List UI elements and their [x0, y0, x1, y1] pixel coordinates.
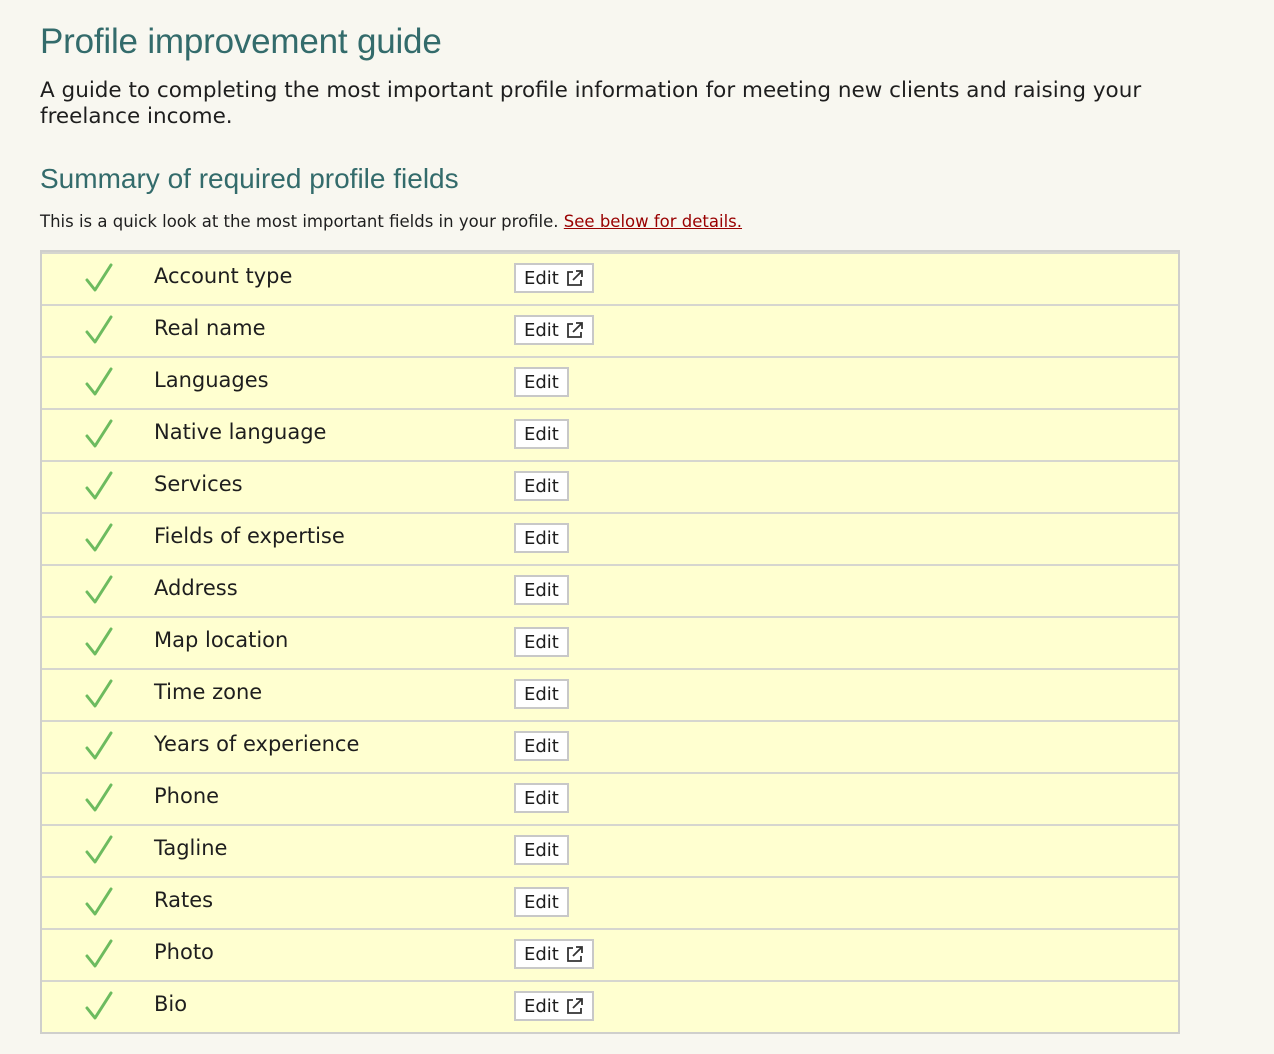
- intro-text: A guide to completing the most important…: [40, 78, 1142, 129]
- field-row-photo: Photo Edit: [42, 928, 1178, 980]
- field-row-bio: Bio Edit: [42, 980, 1178, 1032]
- field-label: Bio: [154, 992, 188, 1016]
- field-row-time-zone: Time zone Edit: [42, 668, 1178, 720]
- edit-button-label: Edit: [524, 995, 559, 1017]
- field-label: Real name: [154, 316, 266, 340]
- check-icon: [85, 991, 113, 1020]
- field-label: Map location: [154, 628, 289, 652]
- field-label: Photo: [154, 940, 214, 964]
- edit-button-label: Edit: [524, 631, 559, 653]
- check-icon: [85, 523, 113, 552]
- required-fields-table: Account type Edit Real name Edit Languag…: [40, 250, 1180, 1034]
- edit-button-label: Edit: [524, 423, 559, 445]
- field-label: Time zone: [154, 680, 263, 704]
- check-icon: [85, 887, 113, 916]
- field-label: Services: [154, 472, 243, 496]
- edit-button[interactable]: Edit: [514, 471, 569, 501]
- external-link-icon: [566, 997, 583, 1014]
- field-row-map-location: Map location Edit: [42, 616, 1178, 668]
- edit-button[interactable]: Edit: [514, 627, 569, 657]
- edit-button-label: Edit: [524, 267, 559, 289]
- check-icon: [85, 471, 113, 500]
- summary-note-text: This is a quick look at the most importa…: [40, 212, 559, 231]
- check-icon: [85, 939, 113, 968]
- check-icon: [85, 835, 113, 864]
- page-title: Profile improvement guide: [40, 22, 442, 61]
- edit-button-label: Edit: [524, 735, 559, 757]
- check-icon: [85, 731, 113, 760]
- edit-button[interactable]: Edit: [514, 991, 594, 1021]
- edit-button-label: Edit: [524, 839, 559, 861]
- field-row-languages: Languages Edit: [42, 356, 1178, 408]
- field-label: Phone: [154, 784, 220, 808]
- section-title: Summary of required profile fields: [40, 163, 459, 194]
- field-row-address: Address Edit: [42, 564, 1178, 616]
- field-row-fields-of-expertise: Fields of expertise Edit: [42, 512, 1178, 564]
- edit-button[interactable]: Edit: [514, 939, 594, 969]
- check-icon: [85, 367, 113, 396]
- field-row-phone: Phone Edit: [42, 772, 1178, 824]
- check-icon: [85, 263, 113, 292]
- edit-button[interactable]: Edit: [514, 783, 569, 813]
- check-icon: [85, 783, 113, 812]
- check-icon: [85, 315, 113, 344]
- edit-button[interactable]: Edit: [514, 263, 594, 293]
- field-label: Fields of expertise: [154, 524, 345, 548]
- check-icon: [85, 627, 113, 656]
- edit-button[interactable]: Edit: [514, 315, 594, 345]
- edit-button[interactable]: Edit: [514, 575, 569, 605]
- edit-button-label: Edit: [524, 891, 559, 913]
- field-row-rates: Rates Edit: [42, 876, 1178, 928]
- external-link-icon: [566, 269, 583, 286]
- field-row-services: Services Edit: [42, 460, 1178, 512]
- summary-note: This is a quick look at the most importa…: [40, 212, 742, 231]
- field-label: Languages: [154, 368, 269, 392]
- field-label: Address: [154, 576, 238, 600]
- field-row-real-name: Real name Edit: [42, 304, 1178, 356]
- edit-button-label: Edit: [524, 943, 559, 965]
- field-label: Native language: [154, 420, 327, 444]
- edit-button-label: Edit: [524, 579, 559, 601]
- field-label: Rates: [154, 888, 214, 912]
- edit-button[interactable]: Edit: [514, 523, 569, 553]
- external-link-icon: [566, 945, 583, 962]
- check-icon: [85, 575, 113, 604]
- field-label: Tagline: [154, 836, 228, 860]
- edit-button-label: Edit: [524, 787, 559, 809]
- field-label: Account type: [154, 264, 293, 288]
- edit-button-label: Edit: [524, 683, 559, 705]
- see-details-link[interactable]: See below for details.: [564, 212, 742, 231]
- check-icon: [85, 679, 113, 708]
- external-link-icon: [566, 321, 583, 338]
- edit-button[interactable]: Edit: [514, 419, 569, 449]
- edit-button[interactable]: Edit: [514, 835, 569, 865]
- field-label: Years of experience: [154, 732, 360, 756]
- edit-button-label: Edit: [524, 527, 559, 549]
- edit-button-label: Edit: [524, 371, 559, 393]
- field-row-native-language: Native language Edit: [42, 408, 1178, 460]
- edit-button[interactable]: Edit: [514, 731, 569, 761]
- edit-button[interactable]: Edit: [514, 887, 569, 917]
- field-row-account-type: Account type Edit: [42, 252, 1178, 304]
- field-row-years-of-experience: Years of experience Edit: [42, 720, 1178, 772]
- edit-button[interactable]: Edit: [514, 679, 569, 709]
- edit-button[interactable]: Edit: [514, 367, 569, 397]
- field-row-tagline: Tagline Edit: [42, 824, 1178, 876]
- edit-button-label: Edit: [524, 319, 559, 341]
- check-icon: [85, 419, 113, 448]
- edit-button-label: Edit: [524, 475, 559, 497]
